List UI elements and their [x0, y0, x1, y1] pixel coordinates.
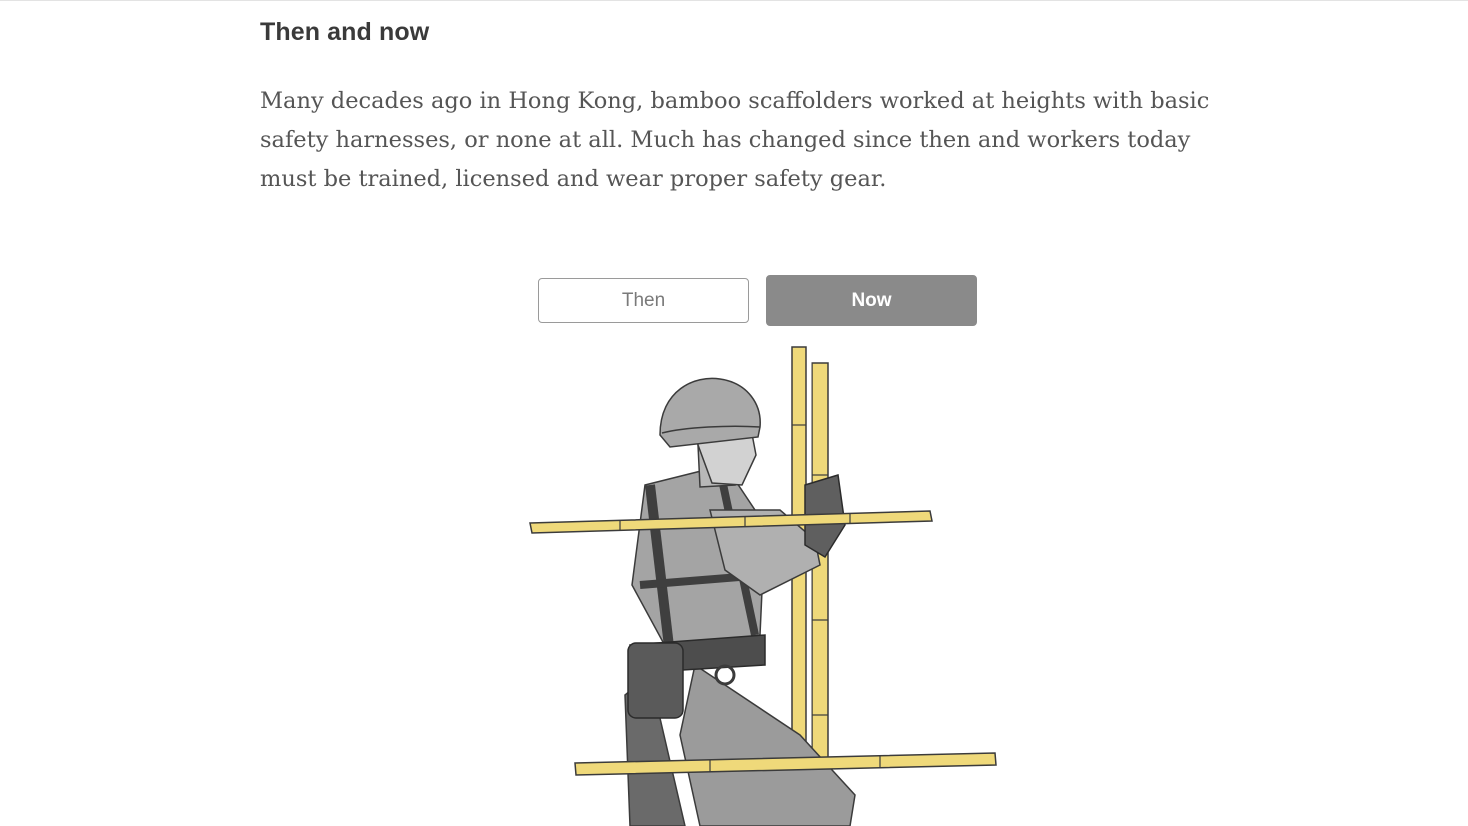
scaffolder-illustration	[529, 335, 997, 826]
then-now-toggle: Then Now	[538, 275, 978, 327]
section-heading: Then and now	[260, 18, 430, 46]
article-paragraph: Many decades ago in Hong Kong, bamboo sc…	[260, 88, 1210, 192]
now-button[interactable]: Now	[766, 275, 977, 326]
then-button[interactable]: Then	[538, 278, 749, 323]
top-divider	[0, 0, 1468, 1]
